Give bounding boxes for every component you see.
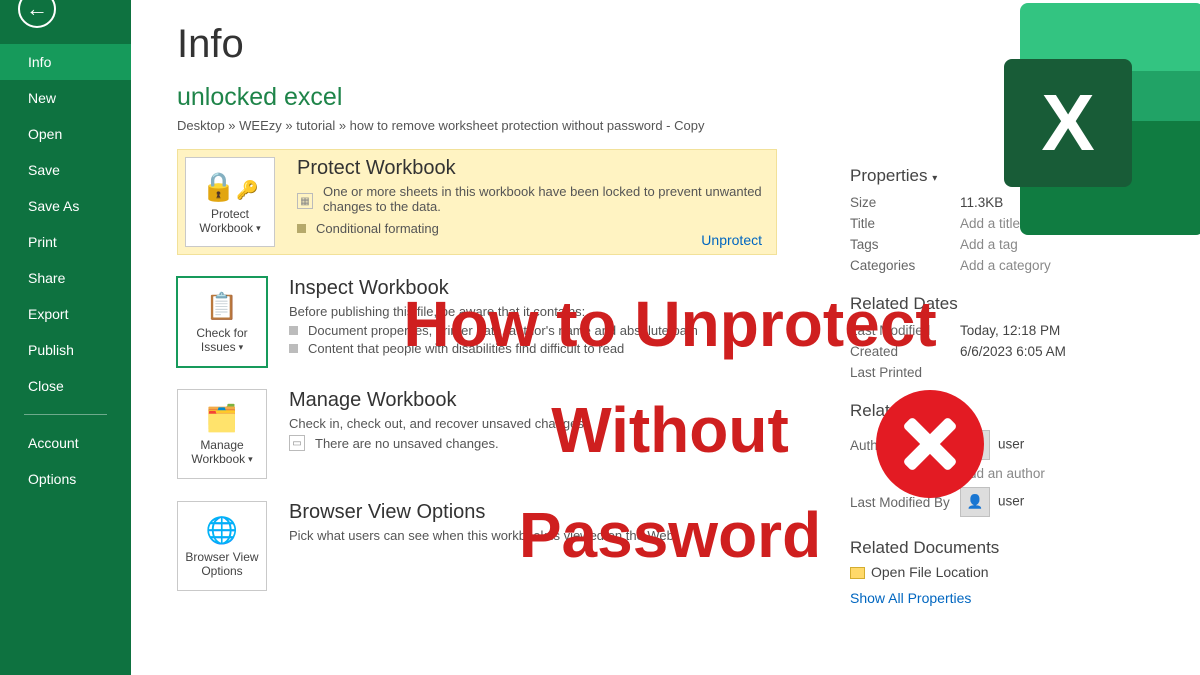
browser-details: Browser View Options Pick what users can…	[289, 501, 678, 547]
folder-icon	[850, 567, 865, 579]
prop-label-categories: Categories	[850, 255, 960, 276]
date-value-created: 6/6/2023 6:05 AM	[960, 341, 1180, 362]
inspect-details: Inspect Workbook Before publishing this …	[289, 277, 698, 356]
protect-workbook-block: 🔒🔑 Protect Workbook▾ Protect Workbook ▦ …	[177, 149, 777, 255]
sidebar-item-print[interactable]: Print	[0, 224, 131, 260]
date-label-printed: Last Printed	[850, 362, 960, 383]
sidebar-item-info[interactable]: Info	[0, 44, 131, 80]
date-label-created: Created	[850, 341, 960, 362]
prop-label-title: Title	[850, 213, 960, 234]
sidebar-item-close[interactable]: Close	[0, 368, 131, 404]
manage-details: Manage Workbook Check in, check out, and…	[289, 389, 587, 451]
sidebar-item-save[interactable]: Save	[0, 152, 131, 188]
block-title: Manage Workbook	[289, 389, 587, 412]
protect-workbook-button[interactable]: 🔒🔑 Protect Workbook▾	[185, 157, 275, 247]
check-for-issues-button[interactable]: 📋 Check for Issues▾	[177, 277, 267, 367]
sidebar-item-account[interactable]: Account	[0, 425, 131, 461]
prop-label-tags: Tags	[850, 234, 960, 255]
sidebar-item-export[interactable]: Export	[0, 296, 131, 332]
protect-details: Protect Workbook ▦ One or more sheets in…	[297, 157, 763, 236]
avatar-icon: 👤	[960, 487, 990, 517]
related-dates-heading: Related Dates	[850, 294, 1180, 314]
inspect-item: Content that people with disabilities fi…	[308, 341, 624, 356]
bullet-icon	[289, 344, 298, 353]
author-name: user	[998, 437, 1024, 452]
backstage-sidebar: ← Info New Open Save Save As Print Share…	[0, 0, 131, 675]
date-value-modified: Today, 12:18 PM	[960, 320, 1180, 341]
manage-icon: 🗂️	[206, 403, 238, 434]
arrow-left-icon: ←	[26, 0, 48, 20]
block-description: Check in, check out, and recover unsaved…	[289, 416, 587, 431]
chevron-down-icon: ▾	[932, 173, 937, 184]
lmb-name: user	[998, 494, 1024, 509]
sheet-icon: ▦	[297, 193, 313, 209]
browser-view-options-button[interactable]: 🌐 Browser View Options	[177, 501, 267, 591]
sidebar-item-new[interactable]: New	[0, 80, 131, 116]
manage-item: There are no unsaved changes.	[315, 436, 499, 451]
tile-label: Browser View Options	[185, 550, 258, 578]
tile-label: Protect Workbook	[199, 207, 253, 235]
prop-label-size: Size	[850, 192, 960, 213]
block-description: One or more sheets in this workbook have…	[323, 184, 763, 214]
browser-view-block: 🌐 Browser View Options Browser View Opti…	[177, 501, 777, 591]
inspect-item: Document properties, printer path, autho…	[308, 323, 698, 338]
excel-x-glyph: X	[1041, 77, 1094, 169]
block-title: Inspect Workbook	[289, 277, 698, 300]
sidebar-item-open[interactable]: Open	[0, 116, 131, 152]
manage-workbook-block: 🗂️ Manage Workbook▾ Manage Workbook Chec…	[177, 389, 777, 479]
bullet-icon	[297, 224, 306, 233]
prop-value-categories[interactable]: Add a category	[960, 255, 1180, 276]
inspect-workbook-block: 📋 Check for Issues▾ Inspect Workbook Bef…	[177, 277, 777, 367]
back-button[interactable]: ←	[18, 0, 56, 28]
excel-logo-overlay: X	[1004, 3, 1200, 235]
bullet-icon	[289, 326, 298, 335]
block-title: Browser View Options	[289, 501, 678, 524]
related-documents-heading: Related Documents	[850, 538, 1180, 558]
chevron-down-icon: ▾	[248, 454, 253, 465]
sidebar-item-share[interactable]: Share	[0, 260, 131, 296]
unprotect-link[interactable]: Unprotect	[701, 232, 762, 248]
sidebar-item-options[interactable]: Options	[0, 461, 131, 497]
block-description: Before publishing this file, be aware th…	[289, 304, 698, 319]
inspect-icon: 📋	[206, 291, 238, 322]
error-circle-icon	[876, 390, 984, 498]
add-author[interactable]: Add an author	[960, 463, 1180, 484]
browser-view-icon: 🌐	[206, 515, 238, 546]
sidebar-separator	[24, 414, 107, 415]
chevron-down-icon: ▾	[256, 223, 261, 234]
block-title: Protect Workbook	[297, 157, 763, 180]
protect-item: Conditional formating	[316, 221, 439, 236]
date-label-modified: Last Modified	[850, 320, 960, 341]
open-file-location[interactable]: Open File Location	[850, 564, 1180, 580]
chevron-down-icon: ▾	[239, 342, 244, 353]
block-description: Pick what users can see when this workbo…	[289, 528, 678, 543]
sidebar-item-saveas[interactable]: Save As	[0, 188, 131, 224]
tile-label: Manage Workbook	[191, 438, 245, 466]
manage-workbook-button[interactable]: 🗂️ Manage Workbook▾	[177, 389, 267, 479]
sidebar-item-publish[interactable]: Publish	[0, 332, 131, 368]
prop-value-tags[interactable]: Add a tag	[960, 234, 1180, 255]
doc-icon: ▭	[289, 435, 305, 451]
lock-key-icon: 🔒🔑	[201, 170, 258, 203]
show-all-properties[interactable]: Show All Properties	[850, 590, 1180, 606]
